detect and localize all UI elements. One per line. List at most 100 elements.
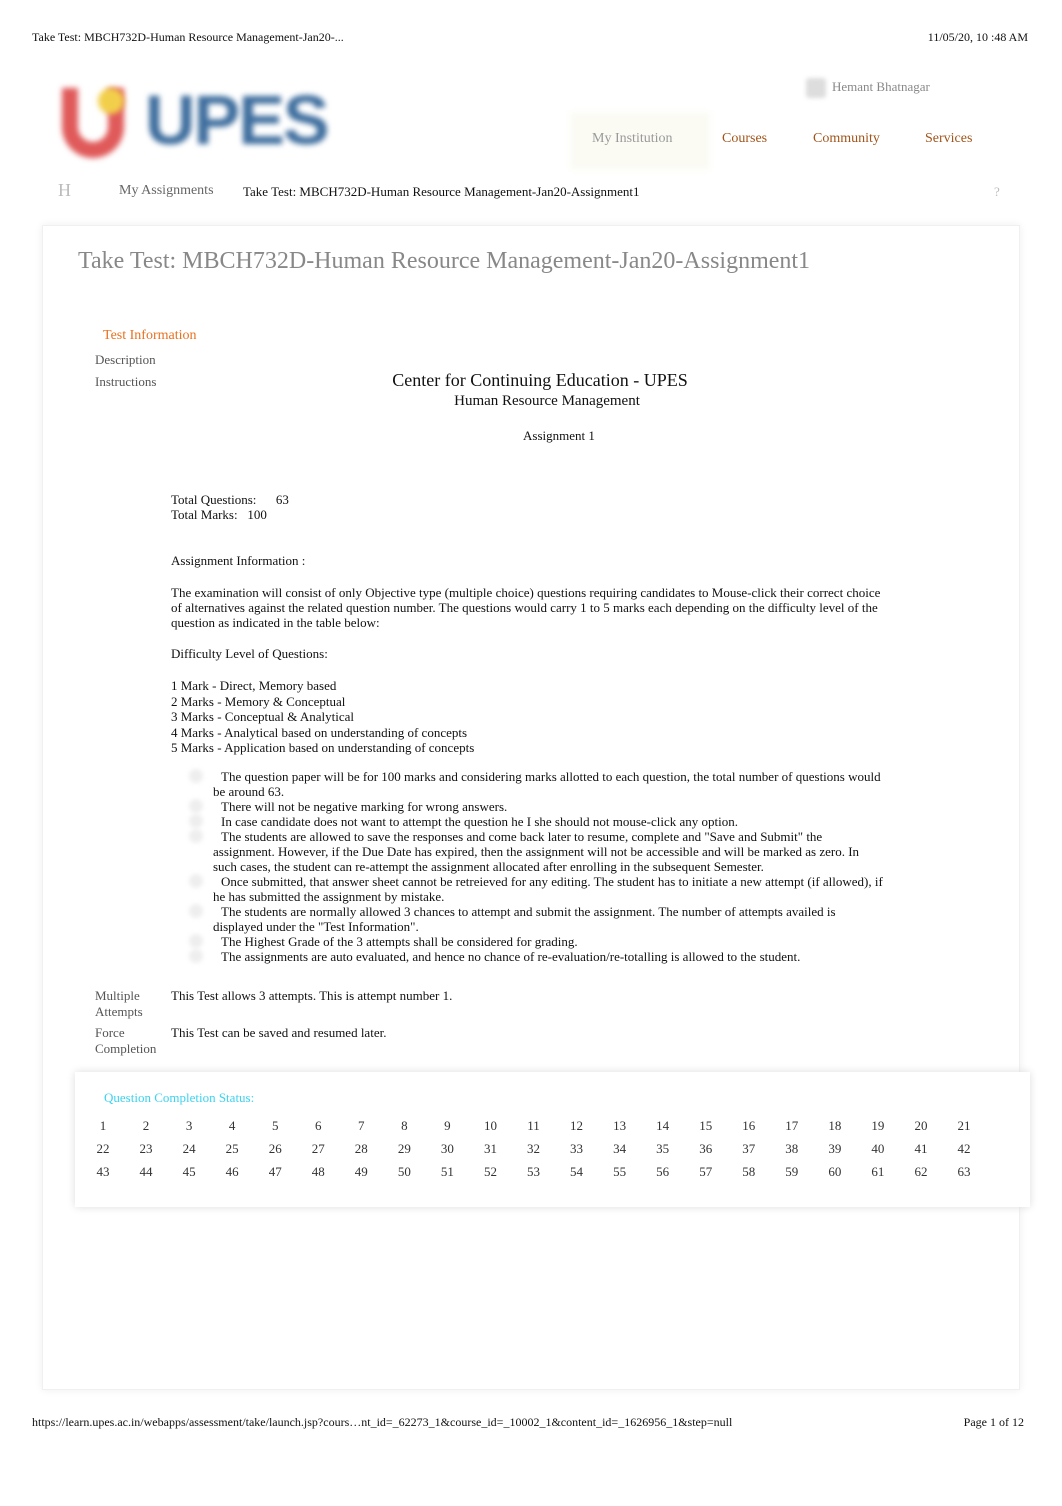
rule-item: There will not be negative marking for w…: [213, 799, 883, 814]
question-link[interactable]: 27: [303, 1141, 333, 1157]
tab-services[interactable]: Services: [925, 131, 972, 147]
question-link[interactable]: 29: [389, 1141, 419, 1157]
rule-item: The students are normally allowed 3 chan…: [213, 904, 883, 934]
question-link[interactable]: 32: [519, 1141, 549, 1157]
rule-item: The Highest Grade of the 3 attempts shal…: [213, 934, 883, 949]
question-link[interactable]: 19: [863, 1118, 893, 1134]
question-link[interactable]: 39: [820, 1141, 850, 1157]
difficulty-list: 1 Mark - Direct, Memory based 2 Marks - …: [171, 678, 881, 756]
subject-title: Human Resource Management: [454, 393, 640, 409]
description-label: Description: [95, 352, 156, 367]
question-link[interactable]: 63: [949, 1164, 979, 1180]
question-link[interactable]: 52: [475, 1164, 505, 1180]
question-link[interactable]: 56: [648, 1164, 678, 1180]
question-link[interactable]: 4: [217, 1118, 247, 1134]
question-link[interactable]: 37: [734, 1141, 764, 1157]
question-link[interactable]: 34: [605, 1141, 635, 1157]
question-link[interactable]: 35: [648, 1141, 678, 1157]
print-footer-page: Page 1 of 12: [963, 1415, 1024, 1429]
question-link[interactable]: 42: [949, 1141, 979, 1157]
question-link[interactable]: 31: [475, 1141, 505, 1157]
question-link[interactable]: 62: [906, 1164, 936, 1180]
question-link[interactable]: 43: [88, 1164, 118, 1180]
tab-courses[interactable]: Courses: [722, 131, 767, 147]
question-link[interactable]: 47: [260, 1164, 290, 1180]
question-link[interactable]: 28: [346, 1141, 376, 1157]
user-name: Hemant Bhatnagar: [832, 78, 930, 94]
question-link[interactable]: 57: [691, 1164, 721, 1180]
breadcrumb-my-assignments[interactable]: My Assignments: [119, 183, 214, 199]
rules-list: The question paper will be for 100 marks…: [213, 769, 883, 964]
question-link[interactable]: 38: [777, 1141, 807, 1157]
question-link[interactable]: 24: [174, 1141, 204, 1157]
question-link[interactable]: 25: [217, 1141, 247, 1157]
question-link[interactable]: 54: [562, 1164, 592, 1180]
question-link[interactable]: 12: [562, 1118, 592, 1134]
tab-community[interactable]: Community: [813, 131, 880, 147]
rule-item: In case candidate does not want to attem…: [213, 814, 883, 829]
question-link[interactable]: 10: [475, 1118, 505, 1134]
assignment-info-heading: Assignment Information :: [171, 553, 306, 568]
instructions-label: Instructions: [95, 374, 157, 389]
question-link[interactable]: 49: [346, 1164, 376, 1180]
question-link[interactable]: 58: [734, 1164, 764, 1180]
question-link[interactable]: 11: [519, 1118, 549, 1134]
difficulty-item: 3 Marks - Conceptual & Analytical: [171, 709, 355, 724]
question-link[interactable]: 5: [260, 1118, 290, 1134]
test-information-heading: Test Information: [103, 328, 197, 343]
print-header-title: Take Test: MBCH732D-Human Resource Manag…: [32, 30, 344, 44]
question-link[interactable]: 9: [432, 1118, 462, 1134]
total-marks: 100: [247, 507, 267, 522]
question-link[interactable]: 14: [648, 1118, 678, 1134]
question-link[interactable]: 59: [777, 1164, 807, 1180]
user-menu[interactable]: Hemant Bhatnagar: [806, 78, 930, 98]
question-link[interactable]: 6: [303, 1118, 333, 1134]
question-link[interactable]: 21: [949, 1118, 979, 1134]
question-link[interactable]: 60: [820, 1164, 850, 1180]
breadcrumb-current: Take Test: MBCH732D-Human Resource Manag…: [243, 184, 640, 199]
question-link[interactable]: 33: [562, 1141, 592, 1157]
question-link[interactable]: 44: [131, 1164, 161, 1180]
question-link[interactable]: 53: [519, 1164, 549, 1180]
question-link[interactable]: 7: [346, 1118, 376, 1134]
tab-my-institution[interactable]: My Institution: [592, 131, 673, 147]
question-link[interactable]: 41: [906, 1141, 936, 1157]
home-icon[interactable]: H: [58, 180, 71, 201]
question-link[interactable]: 20: [906, 1118, 936, 1134]
center-title: Center for Continuing Education - UPES: [392, 370, 688, 390]
help-icon[interactable]: ?: [994, 184, 1000, 200]
question-link[interactable]: 18: [820, 1118, 850, 1134]
question-link[interactable]: 45: [174, 1164, 204, 1180]
print-footer-url: https://learn.upes.ac.in/webapps/assessm…: [32, 1415, 733, 1429]
question-link[interactable]: 16: [734, 1118, 764, 1134]
question-link[interactable]: 48: [303, 1164, 333, 1180]
total-questions: 63: [275, 492, 289, 507]
page-title: Take Test: MBCH732D-Human Resource Manag…: [78, 248, 811, 274]
difficulty-item: 2 Marks - Memory & Conceptual: [171, 693, 346, 709]
difficulty-item: 5 Marks - Application based on understan…: [171, 740, 475, 755]
question-link[interactable]: 15: [691, 1118, 721, 1134]
rule-item: The assignments are auto evaluated, and …: [213, 949, 883, 964]
question-link[interactable]: 50: [389, 1164, 419, 1180]
question-link[interactable]: 61: [863, 1164, 893, 1180]
question-link[interactable]: 17: [777, 1118, 807, 1134]
question-link[interactable]: 51: [432, 1164, 462, 1180]
question-link[interactable]: 55: [605, 1164, 635, 1180]
question-link[interactable]: 13: [605, 1118, 635, 1134]
question-link[interactable]: 23: [131, 1141, 161, 1157]
rule-item: Once submitted, that answer sheet cannot…: [213, 874, 883, 904]
question-link[interactable]: 30: [432, 1141, 462, 1157]
question-link[interactable]: 40: [863, 1141, 893, 1157]
completion-heading: Question Completion Status:: [104, 1090, 255, 1105]
multiple-attempts-label: Multiple Attempts: [95, 988, 143, 1019]
question-link[interactable]: 36: [691, 1141, 721, 1157]
question-link[interactable]: 1: [88, 1118, 118, 1134]
question-link[interactable]: 3: [174, 1118, 204, 1134]
total-questions-label: Total Questions:: [171, 492, 257, 507]
difficulty-heading: Difficulty Level of Questions:: [171, 646, 328, 661]
question-link[interactable]: 46: [217, 1164, 247, 1180]
question-link[interactable]: 2: [131, 1118, 161, 1134]
question-link[interactable]: 8: [389, 1118, 419, 1134]
question-link[interactable]: 26: [260, 1141, 290, 1157]
question-link[interactable]: 22: [88, 1141, 118, 1157]
